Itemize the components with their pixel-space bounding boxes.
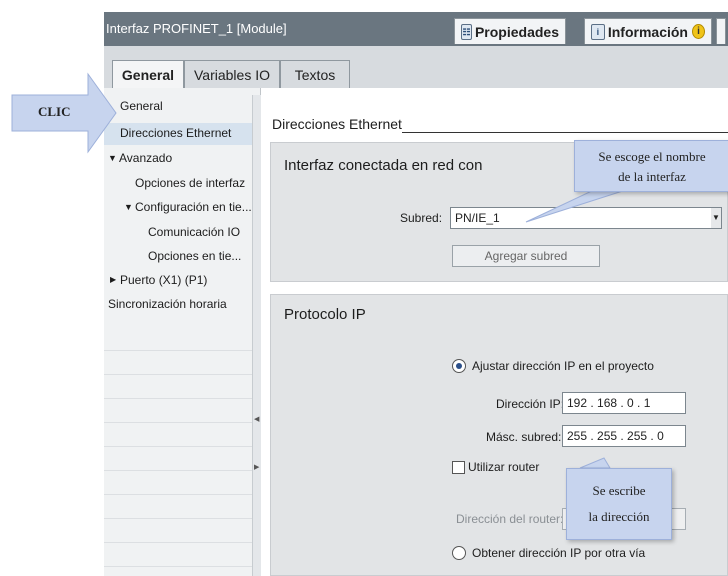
interface-callout: Se escoge el nombre de la interfaz [574,140,728,192]
clic-label: CLIC [38,104,71,119]
interface-callout-line2: de la interfaz [618,169,686,184]
address-callout-line2: la dirección [588,509,650,524]
interface-callout-pointer [525,187,633,223]
address-callout: Se escribe la dirección [566,468,672,540]
interface-callout-line1: Se escoge el nombre [598,149,706,164]
address-callout-pointer [579,457,611,469]
address-callout-line1: Se escribe [592,483,646,498]
